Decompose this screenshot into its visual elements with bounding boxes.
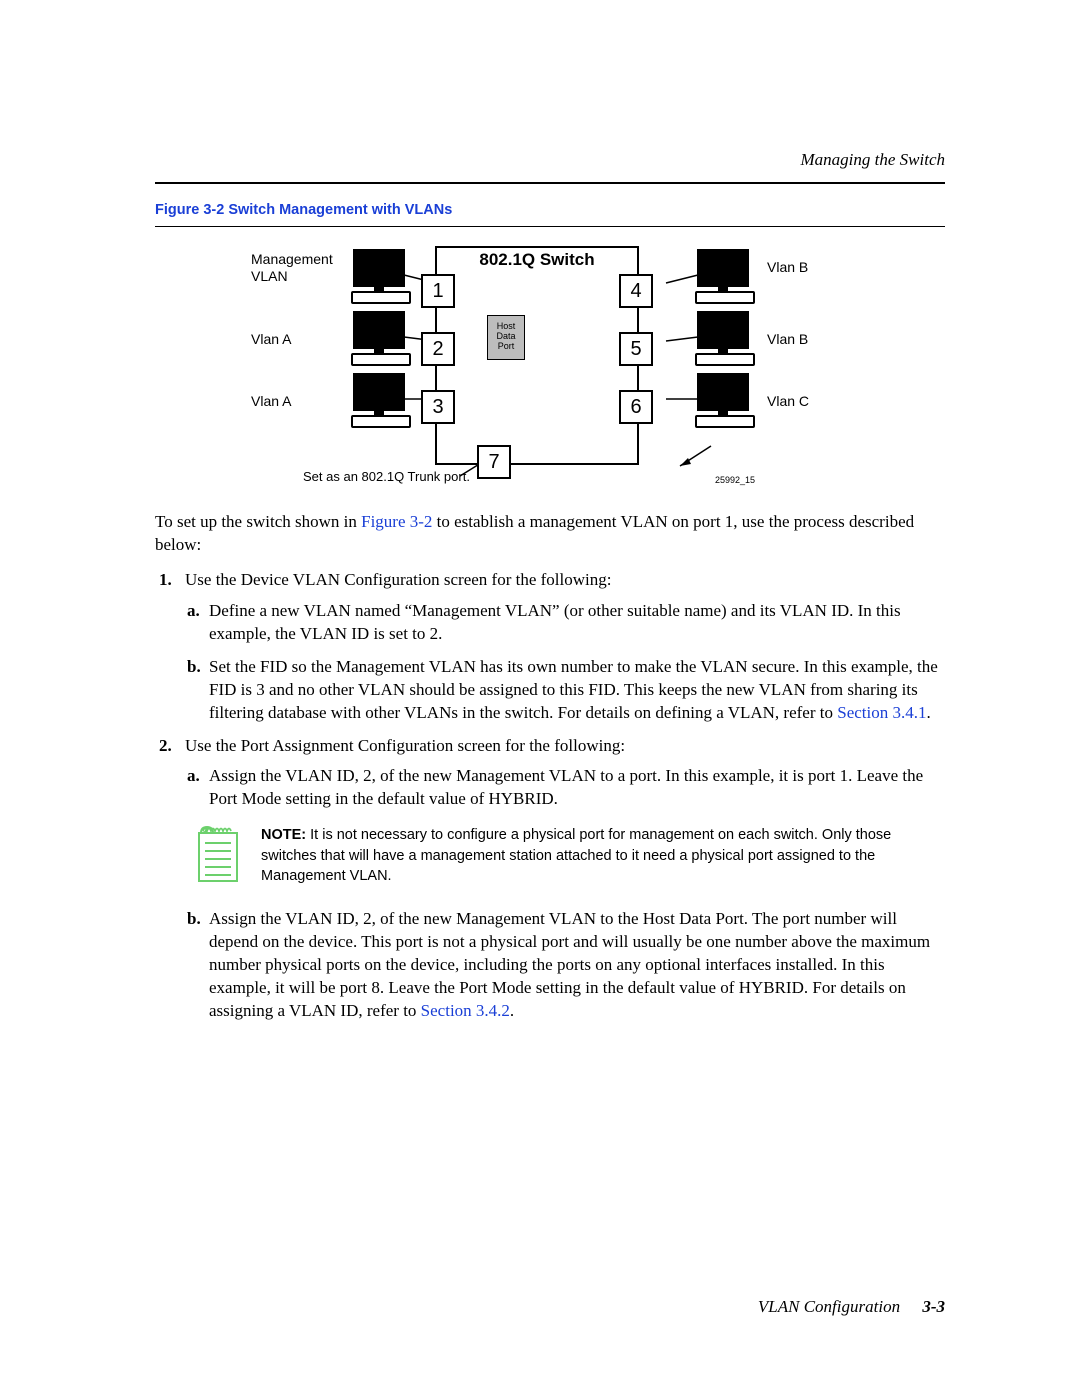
rule-figure <box>155 226 945 227</box>
note-body: It is not necessary to configure a physi… <box>261 827 891 884</box>
label-vlan-a-2: Vlan A <box>251 393 291 409</box>
step-2-sublist-cont: Assign the VLAN ID, 2, of the new Manage… <box>185 908 945 1023</box>
switch-title: 802.1Q Switch <box>437 250 637 270</box>
pc-vlan-b-1 <box>695 249 750 299</box>
label-vlan-b-2: Vlan B <box>767 331 808 347</box>
label-mgmt-1: Management <box>251 251 333 267</box>
step-1b: Set the FID so the Management VLAN has i… <box>209 656 945 725</box>
figure-diagram: 802.1Q Switch 1 2 3 4 5 6 7 HostDataPort <box>155 241 945 501</box>
step-1-text: Use the Device VLAN Configuration screen… <box>185 570 611 589</box>
switch-box: 802.1Q Switch 1 2 3 4 5 6 7 HostDataPort <box>435 246 639 465</box>
footer: VLAN Configuration 3-3 <box>758 1297 945 1317</box>
step-1a-text: Define a new VLAN named “Management VLAN… <box>209 601 901 643</box>
step-1b-text-b: . <box>926 703 930 722</box>
label-vlan-c: Vlan C <box>767 393 809 409</box>
port-3: 3 <box>421 390 455 424</box>
step-2b-text-b: . <box>510 1001 514 1020</box>
step-1b-text-a: Set the FID so the Management VLAN has i… <box>209 657 938 722</box>
link-figure-3-2[interactable]: Figure 3-2 <box>361 512 432 531</box>
label-mgmt-2: VLAN <box>251 268 288 284</box>
step-2: Use the Port Assignment Configuration sc… <box>185 735 945 1023</box>
link-section-341[interactable]: Section 3.4.1 <box>837 703 926 722</box>
step-2-text: Use the Port Assignment Configuration sc… <box>185 736 625 755</box>
step-2-sublist: Assign the VLAN ID, 2, of the new Manage… <box>185 765 945 811</box>
page: Managing the Switch Figure 3-2 Switch Ma… <box>0 0 1080 1397</box>
note-label: NOTE: <box>261 827 306 843</box>
port-1: 1 <box>421 274 455 308</box>
note-block: NOTE: It is not necessary to configure a… <box>197 825 945 890</box>
intro-paragraph: To set up the switch shown in Figure 3-2… <box>155 511 945 557</box>
pc-mgmt <box>351 249 406 299</box>
step-1: Use the Device VLAN Configuration screen… <box>185 569 945 725</box>
pc-vlan-a-2 <box>351 373 406 423</box>
running-head: Managing the Switch <box>155 150 945 170</box>
port-7: 7 <box>477 445 511 479</box>
pc-vlan-c <box>695 373 750 423</box>
ordered-list-main: Use the Device VLAN Configuration screen… <box>155 569 945 1023</box>
label-docnum: 25992_15 <box>715 475 755 485</box>
step-1-sublist: Define a new VLAN named “Management VLAN… <box>185 600 945 725</box>
pc-vlan-b-2 <box>695 311 750 361</box>
note-text: NOTE: It is not necessary to configure a… <box>261 825 945 886</box>
step-2b-text-a: Assign the VLAN ID, 2, of the new Manage… <box>209 909 930 1020</box>
step-2a-text: Assign the VLAN ID, 2, of the new Manage… <box>209 766 923 808</box>
port-5: 5 <box>619 332 653 366</box>
figure-caption: Figure 3-2 Switch Management with VLANs <box>155 202 945 218</box>
footer-section: VLAN Configuration <box>758 1297 900 1316</box>
label-vlan-b-1: Vlan B <box>767 259 808 275</box>
step-2b: Assign the VLAN ID, 2, of the new Manage… <box>209 908 945 1023</box>
footer-page: 3-3 <box>922 1297 945 1316</box>
note-icon <box>197 825 243 890</box>
port-4: 4 <box>619 274 653 308</box>
step-2a: Assign the VLAN ID, 2, of the new Manage… <box>209 765 945 811</box>
port-2: 2 <box>421 332 455 366</box>
host-data-port: HostDataPort <box>487 315 525 360</box>
label-trunk: Set as an 802.1Q Trunk port. <box>303 469 470 484</box>
rule-top <box>155 182 945 184</box>
intro-text-a: To set up the switch shown in <box>155 512 361 531</box>
step-1a: Define a new VLAN named “Management VLAN… <box>209 600 945 646</box>
link-section-342[interactable]: Section 3.4.2 <box>421 1001 510 1020</box>
pc-vlan-a-1 <box>351 311 406 361</box>
port-6: 6 <box>619 390 653 424</box>
label-vlan-a-1: Vlan A <box>251 331 291 347</box>
